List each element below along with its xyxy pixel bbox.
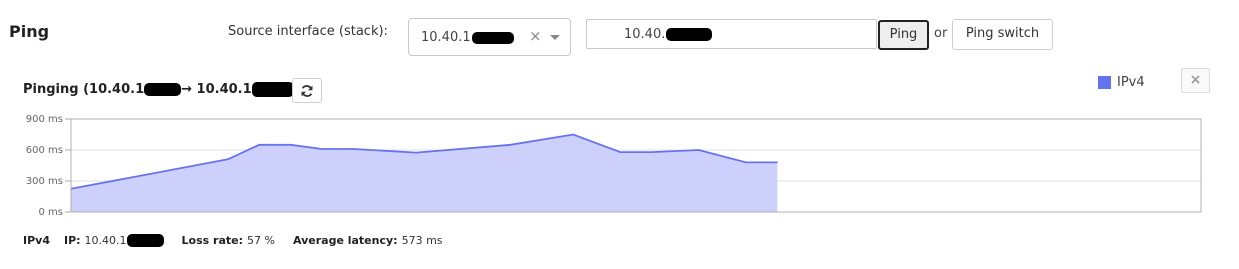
- clear-icon[interactable]: ×: [529, 27, 542, 45]
- refresh-icon: [301, 85, 313, 97]
- redaction-block: [666, 28, 713, 41]
- ping-summary: IPv4 IP: 10.40.1 Loss rate: 57 % Average…: [23, 234, 443, 247]
- data-point: [415, 152, 417, 154]
- redaction-block: [251, 82, 294, 97]
- target-ip-input[interactable]: 10.40.: [586, 19, 877, 49]
- y-tick-label: 0 ms: [39, 207, 64, 218]
- pinging-prefix: Pinging (10.40.1: [23, 82, 145, 97]
- chart-legend[interactable]: IPv4: [1098, 75, 1145, 90]
- latency-chart: 0 ms 300 ms 600 ms 900 ms: [26, 114, 1202, 218]
- close-icon[interactable]: ×: [1181, 68, 1210, 93]
- target-ip-value-text: 10.40.: [624, 27, 666, 42]
- data-point: [258, 144, 260, 146]
- page-title: Ping: [9, 22, 50, 41]
- source-interface-value: 10.40.1: [421, 30, 514, 45]
- y-tick-label: 600 ms: [26, 145, 63, 156]
- data-point: [227, 158, 229, 160]
- y-tick-label: 300 ms: [26, 176, 63, 187]
- or-separator: or: [934, 26, 948, 41]
- summary-loss-label: Loss rate:: [181, 234, 244, 247]
- summary-ip-label: IP:: [63, 234, 81, 247]
- data-point: [290, 144, 292, 146]
- refresh-button[interactable]: [292, 78, 322, 103]
- pinging-target: → 10.40.1: [181, 82, 252, 97]
- summary-latency-value: 573 ms: [401, 234, 443, 247]
- ping-button[interactable]: Ping: [878, 20, 929, 50]
- source-interface-label: Source interface (stack):: [228, 24, 388, 39]
- data-point: [353, 148, 354, 150]
- legend-swatch: [1098, 76, 1111, 89]
- data-point: [509, 144, 511, 146]
- source-interface-select[interactable]: 10.40.1 ×: [408, 18, 571, 56]
- data-point: [572, 134, 574, 135]
- chevron-down-icon[interactable]: [550, 35, 560, 40]
- y-tick-label: 900 ms: [26, 114, 63, 125]
- data-point: [321, 148, 323, 150]
- data-point: [698, 149, 700, 151]
- redaction-block: [126, 234, 164, 247]
- redaction-block: [144, 83, 182, 96]
- data-point: [651, 151, 653, 153]
- ping-switch-button[interactable]: Ping switch: [952, 19, 1053, 50]
- summary-protocol: IPv4: [23, 234, 50, 247]
- series-area-ipv4: [71, 134, 778, 212]
- target-ip-value: 10.40.: [624, 27, 713, 42]
- source-interface-value-text: 10.40.1: [421, 30, 471, 45]
- data-point: [745, 161, 747, 163]
- summary-loss-value: 57 %: [247, 234, 275, 247]
- data-point: [776, 161, 778, 163]
- pinging-label: Pinging (10.40.1 → 10.40.1 ): [23, 82, 300, 97]
- redaction-block: [471, 31, 514, 44]
- legend-label: IPv4: [1117, 75, 1145, 90]
- summary-ip-value: 10.40.1: [84, 234, 127, 247]
- summary-latency-label: Average latency:: [292, 234, 398, 247]
- data-point: [619, 151, 621, 153]
